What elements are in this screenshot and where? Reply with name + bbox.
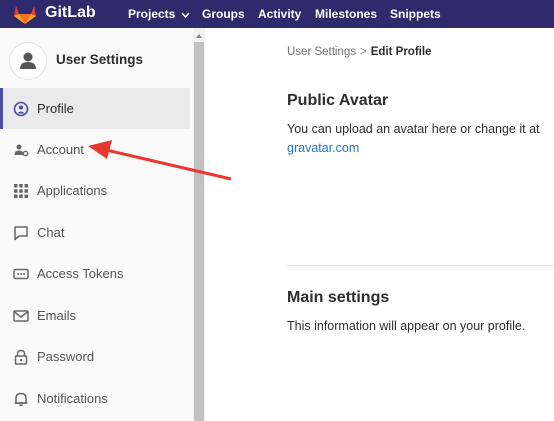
breadcrumb: User Settings > Edit Profile	[287, 46, 431, 58]
nav-projects-label: Projects	[128, 7, 176, 21]
sidebar-item-label: Account	[37, 142, 84, 157]
top-navbar: GitLab Projects Groups Activity Mileston…	[0, 0, 554, 28]
account-icon	[14, 144, 29, 157]
scrollbar-thumb[interactable]	[194, 42, 204, 421]
lock-icon	[14, 349, 28, 365]
breadcrumb-parent-link[interactable]: User Settings	[287, 46, 356, 58]
sidebar-item-label: Notifications	[37, 391, 108, 406]
sidebar-item-password[interactable]: Password	[0, 336, 190, 377]
chevron-down-icon	[181, 12, 190, 18]
nav-groups[interactable]: Groups	[202, 7, 245, 21]
sidebar-item-label: Emails	[37, 308, 77, 323]
sidebar-item-account[interactable]: Account	[0, 129, 190, 170]
sidebar-header[interactable]: User Settings	[0, 28, 193, 88]
public-avatar-description: You can upload an avatar here or change …	[287, 122, 540, 136]
sidebar-item-chat[interactable]: Chat	[0, 212, 190, 253]
avatar	[9, 42, 47, 80]
emails-icon	[13, 310, 29, 322]
profile-icon	[13, 101, 29, 117]
sidebar-title: User Settings	[56, 52, 144, 67]
nav-activity[interactable]: Activity	[258, 7, 301, 21]
sidebar-item-label: Applications	[37, 183, 108, 198]
sidebar-item-access-tokens[interactable]: Access Tokens	[0, 253, 190, 294]
breadcrumb-current: Edit Profile	[370, 46, 432, 58]
sidebar-item-label: Profile	[37, 101, 74, 116]
sidebar-item-label: Chat	[37, 225, 65, 240]
sidebar-item-profile[interactable]: Profile	[0, 88, 190, 129]
bell-icon	[14, 392, 28, 407]
nav-projects[interactable]: Projects	[128, 7, 190, 21]
gitlab-logo-icon[interactable]	[13, 3, 37, 25]
sidebar-item-notifications[interactable]: Notifications	[0, 378, 190, 419]
chat-icon	[14, 226, 28, 241]
nav-milestones[interactable]: Milestones	[315, 7, 377, 21]
sidebar-item-emails[interactable]: Emails	[0, 295, 190, 336]
scroll-up-arrow-icon[interactable]	[193, 31, 205, 41]
breadcrumb-separator: >	[360, 46, 367, 58]
settings-sidebar: User Settings Profile Account Applicatio…	[0, 28, 194, 421]
sidebar-item-label: Password	[37, 349, 95, 364]
sidebar-item-applications[interactable]: Applications	[0, 170, 190, 211]
brand-name[interactable]: GitLab	[45, 4, 96, 22]
main-settings-description: This information will appear on your pro…	[287, 319, 526, 333]
user-icon	[20, 52, 36, 69]
sidebar-item-label: Access Tokens	[37, 266, 124, 281]
sidebar-scrollbar[interactable]	[193, 28, 205, 421]
gravatar-link[interactable]: gravatar.com	[287, 141, 359, 155]
section-divider	[287, 265, 554, 266]
applications-icon	[14, 184, 28, 198]
public-avatar-heading: Public Avatar	[287, 92, 389, 109]
access-tokens-icon	[13, 268, 29, 280]
nav-snippets[interactable]: Snippets	[390, 7, 441, 21]
main-settings-heading: Main settings	[287, 289, 390, 306]
